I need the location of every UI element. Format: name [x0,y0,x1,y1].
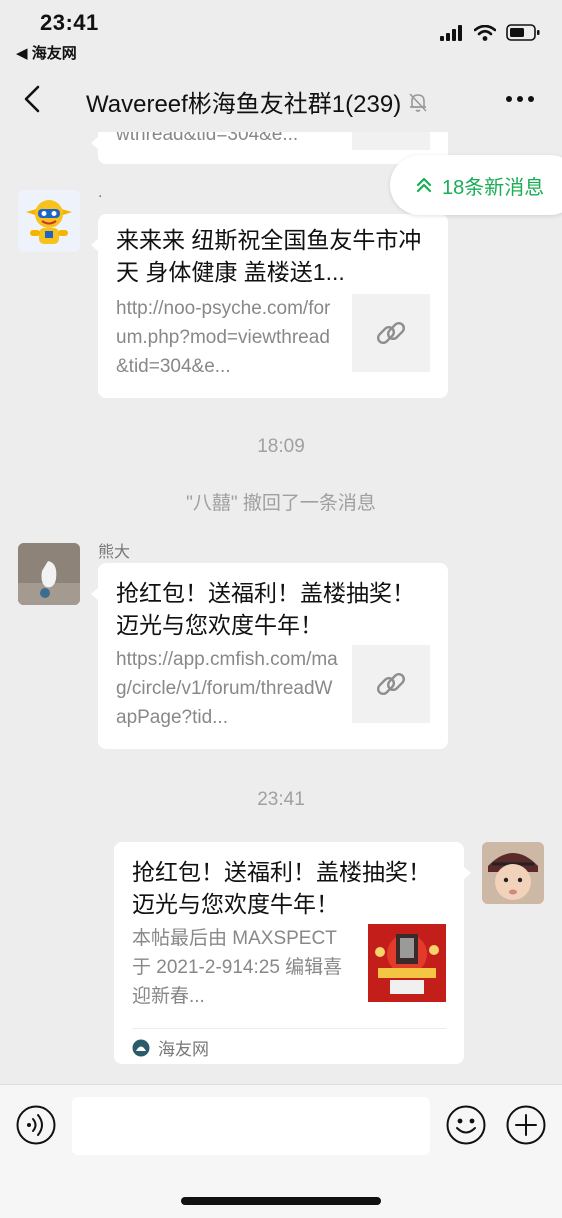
link-url: wthread&tid=304&e... [116,132,299,145]
emoji-icon[interactable] [446,1105,486,1145]
more-options-icon[interactable] [504,84,536,114]
source-name: 海友网 [158,1040,209,1059]
sender-name: 熊大 [98,544,131,561]
status-time: 23:41 [40,10,99,35]
cellular-signal-icon [440,24,462,41]
input-bar [0,1084,562,1218]
link-thumbnail [352,294,430,372]
message-bubble-partial[interactable]: wthread&tid=304&e... [91,132,448,164]
group-name: Wavereef彬海鱼友社群1(239) [86,91,402,118]
sender-name: . [98,184,103,201]
back-chevron-icon[interactable] [18,84,48,114]
message-bubble-article-card[interactable]: 抢红包！送福利！盖楼抽奖！迈光与您欢度牛年！ 本帖最后由 MAXSPECT 于 … [114,842,471,1064]
article-title: 抢红包！送福利！盖楼抽奖！迈光与您欢度牛年！ [132,859,431,917]
timestamp: 23:41 [257,789,305,810]
source-row: 海友网 [132,1035,209,1060]
wifi-icon [474,24,496,41]
chat-header: Wavereef彬海鱼友社群1(239) [0,70,562,132]
home-indicator[interactable] [181,1197,381,1205]
cartoon-robot-avatar [18,190,80,252]
plus-icon[interactable] [506,1105,546,1145]
timestamp: 18:09 [257,436,305,457]
avatar-sender-2[interactable] [18,543,80,605]
double-chevron-up-icon [416,177,432,193]
link-title: 来来来 纽斯祝全国鱼友牛市冲天 身体健康 盖楼送1... [116,227,422,285]
message-input[interactable] [72,1097,430,1155]
message-bubble-link-card[interactable]: 来来来 纽斯祝全国鱼友牛市冲天 身体健康 盖楼送1... http://noo-… [91,214,448,398]
link-url: https://app.cmfish.com/mag/circle/v1/for… [116,649,338,728]
link-title: 抢红包！送福利！盖楼抽奖！迈光与您欢度牛年！ [116,580,415,638]
link-chain-icon [376,321,406,345]
avatar-self[interactable] [482,842,544,904]
system-icons [440,24,540,41]
link-url: http://noo-psyche.com/forum.php?mod=view… [116,298,331,377]
back-to-app-link[interactable]: ◀ 海友网 [16,42,77,63]
new-messages-label: 18条新消息 [442,176,545,199]
article-thumbnail [368,924,446,1002]
article-description: 本帖最后由 MAXSPECT 于 2021-2-914:25 编辑喜迎新春... [132,928,343,1007]
voice-input-icon[interactable] [16,1105,56,1145]
card-divider [132,1028,446,1029]
recall-notice: "八囍" 撤回了一条消息 [186,493,376,514]
mute-bell-icon [409,92,427,112]
new-messages-pill[interactable]: 18条新消息 [390,155,562,215]
chat-title: Wavereef彬海鱼友社群1(239) [86,84,429,119]
link-chain-icon [376,672,406,696]
photo-avatar [18,543,80,605]
status-bar: 23:41 ◀ 海友网 [0,0,562,70]
message-list[interactable]: wthread&tid=304&e... . 来来来 纽斯祝全国鱼友牛市冲天 身… [0,132,562,1084]
child-photo-avatar [482,842,544,904]
link-thumbnail [352,645,430,723]
link-thumbnail [352,132,430,150]
battery-icon [506,24,540,41]
message-bubble-link-card[interactable]: 抢红包！送福利！盖楼抽奖！迈光与您欢度牛年！ https://app.cmfis… [91,563,448,749]
avatar-sender-1[interactable] [18,190,80,252]
source-logo-icon [132,1039,150,1056]
red-poster-image [368,924,446,1002]
